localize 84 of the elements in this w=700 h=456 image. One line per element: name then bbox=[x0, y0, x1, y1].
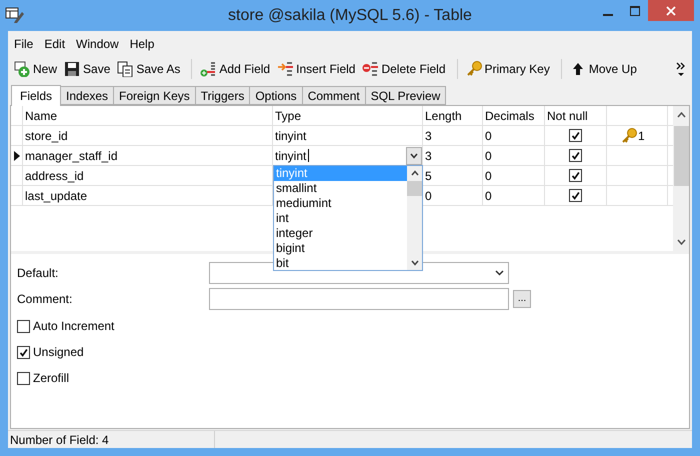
key-icon bbox=[466, 61, 482, 77]
toolbar-button[interactable]: Save bbox=[62, 57, 112, 81]
checkbox[interactable] bbox=[17, 372, 30, 384]
tab[interactable]: Triggers bbox=[196, 86, 250, 105]
table-cell: 0 bbox=[483, 166, 545, 185]
comment-field[interactable] bbox=[209, 288, 509, 310]
checkmark-icon bbox=[570, 169, 581, 182]
column-header[interactable]: Length bbox=[423, 106, 483, 125]
column-header[interactable]: Not null bbox=[545, 106, 607, 125]
chevron-down-icon bbox=[410, 152, 418, 158]
checked-checkbox[interactable] bbox=[569, 169, 582, 182]
toolbar-button[interactable]: Delete Field bbox=[360, 57, 448, 81]
window-title: store @sakila (MySQL 5.6) - Table bbox=[227, 6, 473, 26]
menu-item[interactable]: File bbox=[14, 34, 34, 52]
checkbox[interactable] bbox=[17, 320, 30, 332]
checkbox-label[interactable]: Auto Increment bbox=[33, 317, 114, 335]
toolbar-button[interactable]: Save As bbox=[115, 57, 182, 81]
minimize-icon bbox=[602, 14, 612, 16]
table-cell: 3 bbox=[423, 126, 483, 145]
tab[interactable]: Comment bbox=[302, 86, 366, 105]
scroll-down-icon bbox=[676, 239, 686, 245]
dropdown-option[interactable]: smallint bbox=[274, 181, 407, 196]
scroll-up-icon bbox=[676, 112, 686, 118]
checkbox-label[interactable]: Unsigned bbox=[33, 343, 84, 361]
column-header[interactable]: Type bbox=[273, 106, 423, 125]
dropdown-option[interactable]: bigint bbox=[274, 241, 407, 256]
table-cell: 0 bbox=[483, 146, 545, 165]
toolbar-button[interactable]: Add Field bbox=[198, 57, 272, 81]
table-cell: tinyint bbox=[273, 126, 423, 145]
scroll-down-icon bbox=[410, 260, 418, 266]
tab[interactable]: Foreign Keys bbox=[114, 86, 196, 105]
type-combobox[interactable]: tinyint bbox=[273, 146, 422, 166]
close-button[interactable] bbox=[648, 0, 694, 21]
tab[interactable]: Indexes bbox=[61, 86, 114, 105]
checked-checkbox[interactable] bbox=[569, 189, 582, 202]
toolbar-overflow-icon bbox=[676, 62, 686, 76]
checked-checkbox[interactable] bbox=[569, 149, 582, 162]
checkbox-label[interactable]: Zerofill bbox=[33, 369, 70, 387]
toolbar-button[interactable]: New bbox=[12, 57, 60, 81]
scrollbar[interactable] bbox=[673, 106, 689, 251]
table-cell: 3 bbox=[423, 146, 483, 165]
dropdown-option[interactable]: bit bbox=[274, 256, 407, 271]
dropdown-scrollbar[interactable] bbox=[407, 166, 422, 270]
table-cell: store_id bbox=[23, 126, 273, 145]
scroll-thumb[interactable] bbox=[674, 126, 688, 186]
app-icon bbox=[5, 6, 25, 24]
dropdown-option[interactable]: integer bbox=[274, 226, 407, 241]
field-label: Default: bbox=[17, 265, 60, 282]
add-field-icon bbox=[200, 61, 216, 77]
browse-button[interactable]: ... bbox=[513, 290, 531, 308]
checked-checkbox[interactable] bbox=[17, 346, 30, 358]
scroll-thumb[interactable] bbox=[407, 181, 422, 196]
insert-field-icon bbox=[277, 61, 294, 77]
table-cell: 0 bbox=[483, 126, 545, 145]
column-header[interactable]: Decimals bbox=[483, 106, 545, 125]
table-cell: 0 bbox=[483, 186, 545, 205]
plus-icon bbox=[14, 61, 30, 77]
field-label: Comment: bbox=[17, 291, 74, 308]
toolbar-button[interactable]: Primary Key bbox=[464, 57, 552, 81]
toolbar-button[interactable]: Move Up bbox=[568, 57, 639, 81]
key-order: 1 bbox=[638, 128, 645, 144]
chevron-down-icon bbox=[495, 270, 504, 276]
dropdown-button[interactable] bbox=[406, 146, 422, 164]
delete-field-icon bbox=[362, 61, 378, 77]
dropdown-option[interactable]: mediumint bbox=[274, 196, 407, 211]
maximize-icon bbox=[630, 6, 640, 16]
menu-item[interactable]: Help bbox=[130, 34, 154, 52]
checked-checkbox[interactable] bbox=[569, 129, 582, 142]
checkmark-icon bbox=[570, 129, 581, 142]
tab[interactable]: Fields bbox=[11, 85, 62, 106]
menu-item[interactable]: Edit bbox=[44, 34, 66, 52]
close-icon bbox=[666, 6, 676, 16]
column-header[interactable]: Name bbox=[23, 106, 273, 125]
copy-icon bbox=[117, 61, 134, 77]
scroll-up-icon bbox=[410, 170, 418, 176]
menu-item[interactable]: Window bbox=[76, 34, 119, 52]
checkmark-icon bbox=[570, 189, 581, 202]
tab[interactable]: Options bbox=[250, 86, 303, 105]
dropdown-option[interactable]: int bbox=[274, 211, 407, 226]
checkmark-icon bbox=[570, 149, 581, 162]
dropdown-list[interactable]: tinyint smallint mediumint int integer bigint bit bbox=[273, 165, 423, 271]
tab[interactable]: SQL Preview bbox=[366, 86, 446, 105]
toolbar-button[interactable]: Insert Field bbox=[275, 57, 358, 81]
status-text: Number of Field: 4 bbox=[8, 431, 215, 448]
